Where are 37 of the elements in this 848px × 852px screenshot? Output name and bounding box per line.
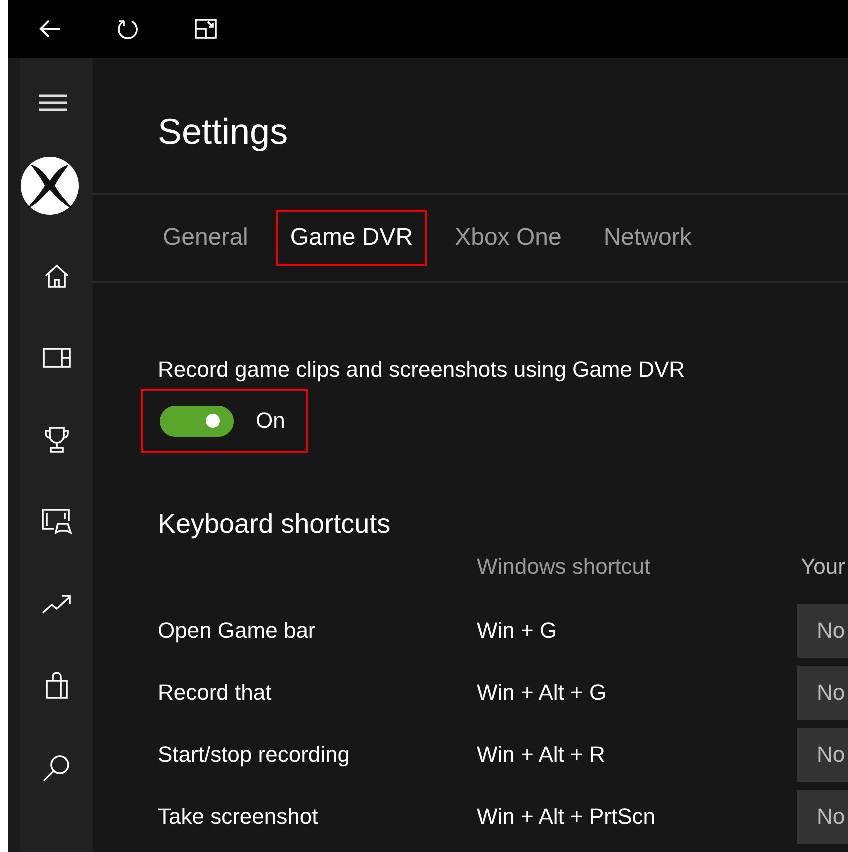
- shortcut-text: Win + G: [477, 618, 558, 644]
- tab[interactable]: General: [149, 210, 262, 266]
- section-heading: Keyboard shortcuts: [158, 509, 392, 540]
- back-button[interactable]: [38, 19, 62, 39]
- shortcut-field[interactable]: No: [797, 728, 848, 782]
- panels-icon: [42, 348, 70, 368]
- shopping-bag-icon: [44, 672, 68, 700]
- action-name: Record that: [158, 680, 272, 706]
- column-header: Windows shortcut: [477, 554, 651, 580]
- back-arrow-icon: [38, 19, 62, 39]
- xbox-logo-icon: [20, 157, 78, 215]
- toggle-switch[interactable]: [160, 406, 234, 436]
- shortcut-text: Win + Alt + G: [477, 680, 607, 706]
- search-icon: [42, 754, 70, 782]
- shortcut-text: Win + Alt + R: [477, 742, 606, 768]
- window-icon: [194, 18, 218, 40]
- column-header: Your: [801, 554, 846, 580]
- action-name: Take screenshot: [158, 804, 318, 830]
- trending-up-icon: [42, 594, 72, 614]
- page-title: Settings: [158, 110, 288, 154]
- shortcut-field[interactable]: No: [797, 790, 848, 844]
- snap-button[interactable]: [194, 18, 218, 40]
- home-icon: [44, 263, 70, 289]
- tab[interactable]: Game DVR: [276, 210, 428, 266]
- menu-icon: [38, 94, 66, 112]
- toggle-state: On: [256, 408, 286, 434]
- shortcut-field[interactable]: No: [797, 666, 848, 720]
- tab[interactable]: Network: [590, 210, 706, 266]
- shortcut-field[interactable]: No: [797, 604, 848, 658]
- menu-button[interactable]: [38, 94, 66, 112]
- film-controller-icon: [42, 509, 72, 535]
- trophy-icon: [44, 426, 68, 454]
- action-name: Open Game bar: [158, 618, 316, 644]
- tab[interactable]: Xbox One: [441, 210, 576, 266]
- shortcut-text: Win + Alt + PrtScn: [477, 804, 656, 830]
- setting-label: Record game clips and screenshots using Game DVR: [158, 357, 686, 383]
- action-name: Start/stop recording: [158, 742, 350, 768]
